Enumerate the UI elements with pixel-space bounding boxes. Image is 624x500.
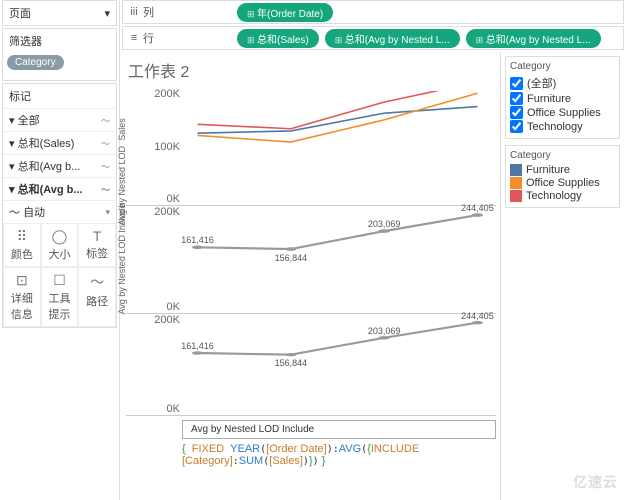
- columns-label: 列: [143, 4, 161, 20]
- mark-tooltip[interactable]: ☐工具提示: [41, 267, 79, 327]
- filter-technology[interactable]: Technology: [510, 120, 615, 133]
- filter-office[interactable]: Office Supplies: [510, 106, 615, 119]
- category-filter-title: Category: [510, 61, 615, 72]
- calc-formula: { FIXED YEAR([Order Date]):AVG({INCLUDE …: [182, 443, 496, 467]
- label-icon: T: [81, 228, 113, 244]
- data-label: 203,069: [368, 219, 401, 229]
- category-filter-card: Category (全部) Furniture Office Supplies …: [505, 56, 620, 139]
- marks-sales[interactable]: ▾ 总和(Sales)〜: [3, 131, 116, 154]
- right-sidebar: Category (全部) Furniture Office Supplies …: [500, 52, 624, 500]
- filters-label: 筛选器: [3, 29, 116, 53]
- data-label: 161,416: [181, 341, 214, 351]
- marks-avg2[interactable]: ▾ 总和(Avg b...〜: [3, 177, 116, 200]
- chart-sales[interactable]: Sales200K100K0K: [126, 88, 496, 206]
- chart-area: 工作表 2 Sales200K100K0K Avg by Nested LOD2…: [122, 52, 500, 500]
- marks-avg1[interactable]: ▾ 总和(Avg b...〜: [3, 154, 116, 177]
- left-sidebar: 页面 ▾ 筛选器 Category 标记 ▾ 全部〜 ▾ 总和(Sales)〜 …: [0, 0, 120, 500]
- marks-card: 标记 ▾ 全部〜 ▾ 总和(Sales)〜 ▾ 总和(Avg b...〜 ▾ 总…: [2, 83, 117, 328]
- filters-shelf[interactable]: 筛选器 Category: [2, 28, 117, 81]
- watermark: 亿速云: [573, 472, 618, 492]
- sheet-title: 工作表 2: [128, 58, 496, 82]
- path-icon: 〜: [81, 272, 113, 292]
- legend-item[interactable]: Office Supplies: [510, 177, 615, 189]
- pages-label: 页面: [9, 5, 31, 21]
- marks-buttons: ⠿颜色 ◯大小 T标签 ⊡详细信息 ☐工具提示 〜路径: [3, 223, 116, 327]
- calc-tooltip: Avg by Nested LOD Include: [182, 420, 496, 439]
- legend-item[interactable]: Technology: [510, 190, 615, 202]
- filter-pill-category[interactable]: Category: [7, 55, 64, 70]
- mark-label[interactable]: T标签: [78, 223, 116, 267]
- data-label: 203,069: [368, 326, 401, 336]
- category-legend-title: Category: [510, 150, 615, 161]
- size-icon: ◯: [44, 228, 76, 245]
- marks-auto[interactable]: 〜 自动▾: [3, 200, 116, 223]
- rows-label: 行: [143, 30, 161, 46]
- data-label: 161,416: [181, 235, 214, 245]
- data-label: 156,844: [275, 253, 308, 263]
- mark-color[interactable]: ⠿颜色: [3, 223, 41, 267]
- columns-icon: iii: [125, 6, 143, 18]
- data-label: 244,405: [461, 311, 494, 321]
- row-pill-avg1[interactable]: 总和(Avg by Nested L...: [325, 29, 460, 48]
- main-area: iii 列 年(Order Date) ≡ 行 总和(Sales) 总和(Avg…: [120, 0, 624, 500]
- marks-title: 标记: [3, 84, 116, 108]
- color-icon: ⠿: [6, 228, 38, 245]
- mark-detail[interactable]: ⊡详细信息: [3, 267, 41, 327]
- mark-size[interactable]: ◯大小: [41, 223, 79, 267]
- legend-item[interactable]: Furniture: [510, 164, 615, 176]
- chart-avg-lod-include[interactable]: Avg by Nested LOD Include200K0K161,41615…: [126, 314, 496, 416]
- row-pill-sales[interactable]: 总和(Sales): [237, 29, 319, 48]
- chart-avg-lod[interactable]: Avg by Nested LOD200K0K161,416156,844203…: [126, 206, 496, 314]
- col-pill-year[interactable]: 年(Order Date): [237, 3, 333, 22]
- detail-icon: ⊡: [6, 272, 38, 289]
- data-label: 244,405: [461, 203, 494, 213]
- pages-shelf[interactable]: 页面 ▾: [2, 0, 117, 26]
- data-label: 156,844: [275, 358, 308, 368]
- category-legend-card: Category FurnitureOffice SuppliesTechnol…: [505, 145, 620, 208]
- rows-icon: ≡: [125, 32, 143, 44]
- columns-shelf[interactable]: iii 列 年(Order Date): [122, 0, 624, 24]
- filter-all[interactable]: (全部): [510, 75, 615, 91]
- marks-all[interactable]: ▾ 全部〜: [3, 108, 116, 131]
- row-pill-avg2[interactable]: 总和(Avg by Nested L...: [466, 29, 601, 48]
- tooltip-icon: ☐: [44, 272, 76, 289]
- filter-furniture[interactable]: Furniture: [510, 92, 615, 105]
- rows-shelf[interactable]: ≡ 行 总和(Sales) 总和(Avg by Nested L... 总和(A…: [122, 26, 624, 50]
- mark-path[interactable]: 〜路径: [78, 267, 116, 327]
- dropdown-icon: ▾: [104, 7, 110, 20]
